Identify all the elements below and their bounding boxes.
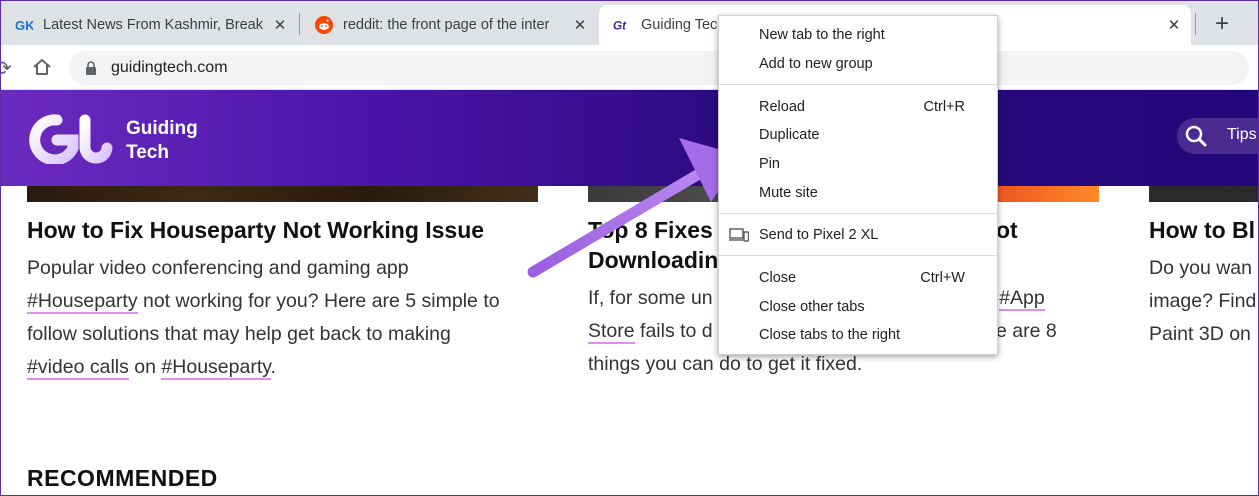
- article-title-fragment[interactable]: ot: [996, 215, 1018, 245]
- tab-divider: [1195, 13, 1196, 35]
- menu-separator: [719, 255, 997, 256]
- hashtag-link[interactable]: #Houseparty: [27, 290, 138, 314]
- menu-item-duplicate[interactable]: Duplicate: [719, 121, 997, 149]
- gk-icon: GK: [15, 16, 33, 34]
- brand-line-2: Tech: [126, 142, 169, 163]
- excerpt-text: fails to d: [634, 320, 713, 342]
- menu-item-close-tabs-right[interactable]: Close tabs to the right: [719, 321, 997, 349]
- excerpt-text: If, for some un: [588, 287, 713, 309]
- close-tab-icon[interactable]: ✕: [271, 16, 289, 34]
- section-heading-recommended: RECOMMENDED: [27, 465, 218, 491]
- menu-item-send-to-device[interactable]: Send to Pixel 2 XL: [719, 221, 997, 249]
- address-bar[interactable]: guidingtech.com: [69, 51, 1249, 85]
- menu-item-pin[interactable]: Pin: [719, 150, 997, 178]
- menu-item-label: Send to Pixel 2 XL: [759, 227, 879, 243]
- excerpt-text: follow solutions that may help get back …: [27, 323, 451, 345]
- menu-item-label: Close tabs to the right: [759, 327, 901, 343]
- menu-item-label: Close: [759, 270, 797, 286]
- hashtag-link[interactable]: #Houseparty: [161, 356, 271, 380]
- article-title[interactable]: How to Fix Houseparty Not Working Issue: [27, 215, 484, 245]
- excerpt-text: Popular video conferencing and gaming ap…: [27, 257, 409, 279]
- menu-separator: [719, 213, 997, 214]
- guiding-tech-logo[interactable]: [27, 114, 117, 166]
- menu-shortcut: Ctrl+W: [920, 270, 965, 286]
- browser-window: GK Latest News From Kashmir, Break ✕ red…: [0, 0, 1259, 496]
- gt-icon: Gt: [613, 16, 631, 34]
- tab-title: Latest News From Kashmir, Break: [43, 17, 263, 33]
- close-tab-icon[interactable]: ✕: [1165, 16, 1183, 34]
- menu-item-close-other-tabs[interactable]: Close other tabs: [719, 293, 997, 321]
- tab-kashmir-news[interactable]: GK Latest News From Kashmir, Break ✕: [1, 5, 297, 45]
- search-placeholder: Tips,: [1227, 126, 1259, 143]
- reddit-icon: [315, 16, 333, 34]
- excerpt-text: Paint 3D on: [1149, 323, 1251, 345]
- menu-shortcut: Ctrl+R: [923, 99, 966, 115]
- lock-icon: [85, 61, 97, 75]
- browser-toolbar: ⟳ guidingtech.com: [1, 45, 1258, 90]
- excerpt-text: not working for you? Here are 5 simple t…: [137, 290, 500, 312]
- menu-separator: [719, 84, 997, 85]
- article-excerpt: Do you wan image? Find Paint 3D on: [1149, 252, 1258, 351]
- annotation-arrow-icon: [527, 138, 743, 278]
- devices-icon: [729, 228, 750, 242]
- tab-title: Guiding Tec: [641, 17, 718, 33]
- menu-item-reload[interactable]: Reload Ctrl+R: [719, 93, 997, 121]
- article-thumbnail[interactable]: [27, 186, 538, 202]
- menu-item-label: Add to new group: [759, 56, 873, 72]
- svg-text:GK: GK: [15, 18, 33, 32]
- menu-item-new-tab-right[interactable]: New tab to the right: [719, 21, 997, 49]
- tab-divider: [299, 13, 300, 35]
- home-icon[interactable]: [31, 56, 53, 78]
- menu-item-label: New tab to the right: [759, 27, 885, 43]
- hashtag-link[interactable]: #video calls: [27, 356, 129, 380]
- excerpt-text: .: [270, 356, 276, 378]
- menu-item-mute-site[interactable]: Mute site: [719, 179, 997, 207]
- article-title[interactable]: How to Bl: [1149, 215, 1255, 245]
- menu-item-label: Pin: [759, 156, 780, 172]
- article-thumbnail[interactable]: [1149, 186, 1258, 202]
- tab-title: reddit: the front page of the inter: [343, 17, 550, 33]
- brand-line-1: Guiding: [126, 118, 198, 139]
- svg-text:Gt: Gt: [613, 20, 627, 33]
- excerpt-text: image? Find: [1149, 290, 1257, 312]
- brand-name: Guiding Tech: [126, 117, 198, 165]
- tab-context-menu: New tab to the right Add to new group Re…: [718, 15, 998, 355]
- hashtag-link[interactable]: Store: [588, 320, 635, 344]
- menu-item-add-to-group[interactable]: Add to new group: [719, 50, 997, 78]
- menu-item-label: Mute site: [759, 185, 818, 201]
- excerpt-text: e are 8: [996, 320, 1057, 342]
- close-tab-icon[interactable]: ✕: [571, 16, 589, 34]
- menu-item-label: Close other tabs: [759, 299, 865, 315]
- hashtag-link[interactable]: #App: [999, 287, 1045, 311]
- site-search[interactable]: Tips,: [1177, 118, 1259, 154]
- url-text: guidingtech.com: [111, 59, 228, 76]
- menu-item-close[interactable]: Close Ctrl+W: [719, 264, 997, 292]
- excerpt-text: Do you wan: [1149, 257, 1252, 279]
- tab-strip: GK Latest News From Kashmir, Break ✕ red…: [1, 1, 1258, 45]
- new-tab-icon[interactable]: +: [1209, 10, 1235, 37]
- reload-icon[interactable]: ⟳: [1, 56, 12, 81]
- article-excerpt: Popular video conferencing and gaming ap…: [27, 252, 547, 384]
- excerpt-text: things you can do to get it fixed.: [588, 353, 863, 375]
- excerpt-text: on: [128, 356, 162, 378]
- tab-reddit[interactable]: reddit: the front page of the inter ✕: [301, 5, 597, 45]
- menu-item-label: Duplicate: [759, 127, 820, 143]
- search-icon: [1185, 125, 1207, 147]
- menu-item-label: Reload: [759, 99, 805, 115]
